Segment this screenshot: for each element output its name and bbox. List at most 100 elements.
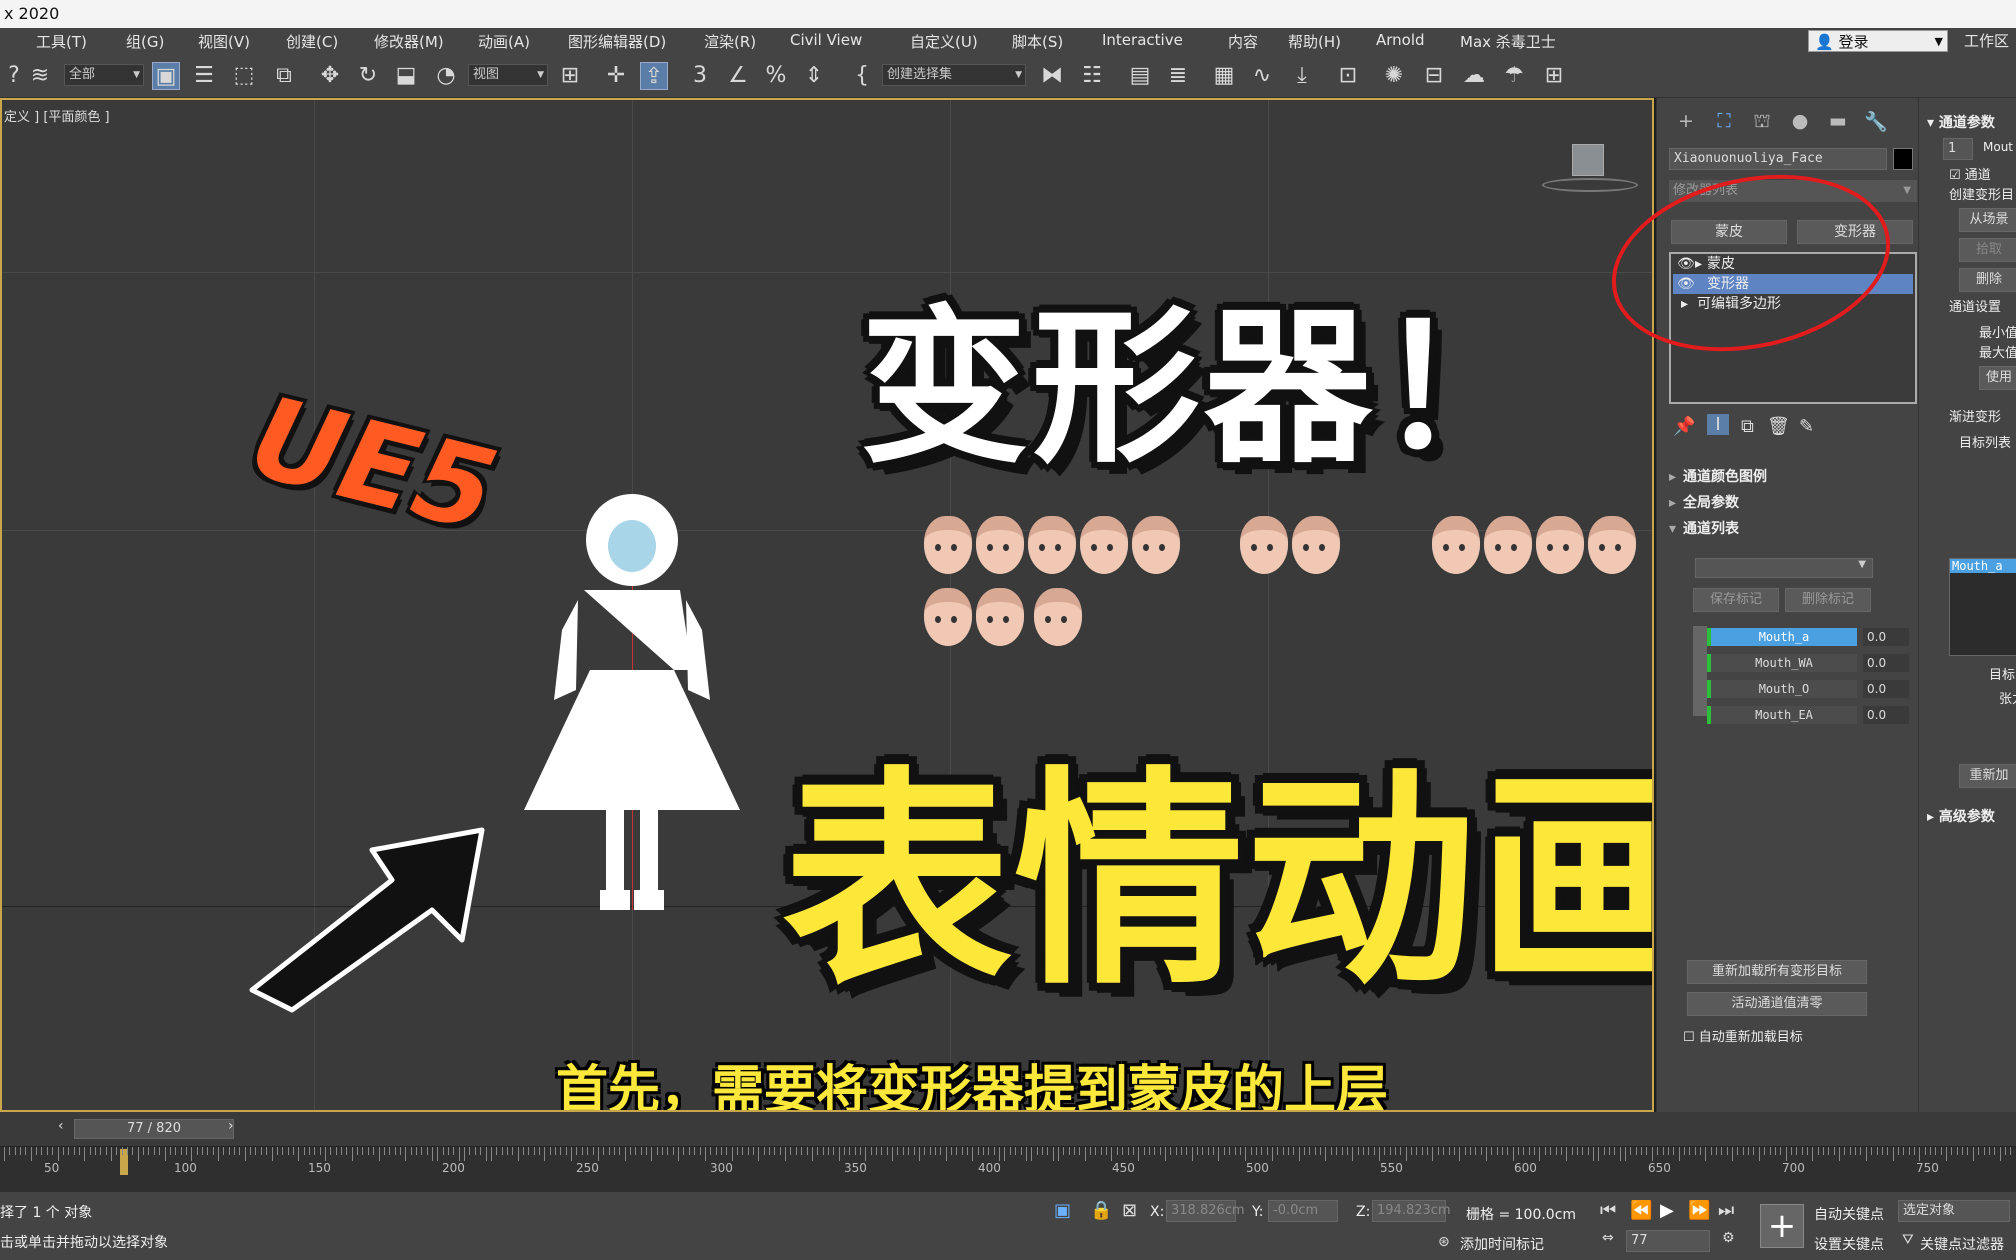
render-iterative-icon[interactable]: ☂ [1500, 62, 1528, 90]
play-icon[interactable]: ▶ [1660, 1200, 1674, 1221]
channel-row-mouth-a[interactable]: Mouth_a [1707, 628, 1857, 646]
next-frame-icon[interactable]: › [228, 1118, 234, 1134]
edit-named-selection-icon[interactable]: { [848, 62, 876, 90]
x-coord-field[interactable]: 318.826cm [1166, 1200, 1245, 1222]
channel-index-field[interactable]: 1 [1943, 138, 1973, 160]
y-coord-field[interactable]: -0.0cm [1268, 1200, 1338, 1222]
object-color-swatch[interactable] [1893, 148, 1913, 170]
channel-active-checkbox[interactable]: ☑ 通道 [1949, 164, 1991, 183]
render-setup-icon[interactable]: ✺ [1380, 62, 1408, 90]
workspace-label[interactable]: 工作区 [1964, 30, 2009, 51]
reload-all-targets-button[interactable]: 重新加载所有变形目标 [1687, 960, 1867, 984]
view-cube[interactable] [1572, 144, 1604, 176]
time-tag-icon[interactable]: ⊛ [1438, 1234, 1450, 1250]
character-silhouette[interactable] [514, 480, 744, 920]
select-object-icon[interactable]: ▣ [152, 62, 180, 90]
target-list-box[interactable]: Mouth_a [1949, 558, 2016, 656]
make-unique-icon[interactable]: ⧉ [1741, 416, 1754, 437]
remove-modifier-icon[interactable]: 🗑 [1767, 416, 1790, 437]
selection-filter-select[interactable]: 全部 ▼ [64, 64, 144, 86]
view-cube-ring[interactable] [1542, 178, 1638, 192]
rendered-frame-icon[interactable]: ⊟ [1420, 62, 1448, 90]
keyboard-shortcut-icon[interactable]: ⇪ [640, 62, 668, 90]
channel-value[interactable]: 0.0 [1863, 628, 1909, 646]
time-slider[interactable]: ‹ 77 / 820 › [0, 1112, 2016, 1146]
time-config-icon[interactable]: ⚙ [1722, 1230, 1735, 1246]
set-key-icon[interactable]: + [1760, 1204, 1804, 1248]
render-icon[interactable]: ☁ [1460, 62, 1488, 90]
selection-lock-icon[interactable]: ▣ [1054, 1200, 1071, 1221]
channel-row-mouth-ea[interactable]: Mouth_EA [1707, 706, 1857, 724]
bind-space-warp-icon[interactable]: ≋ [26, 62, 54, 90]
viewport-label[interactable]: 定义 ] [平面颜色 ] [4, 106, 110, 125]
spinner-snap-icon[interactable]: ⇕ [800, 62, 828, 90]
section-channel-color-legend[interactable]: 通道颜色图例 [1665, 466, 1905, 488]
utilities-tab-icon[interactable]: 🔧 [1857, 110, 1895, 134]
auto-reload-checkbox[interactable]: ☐ 自动重新加载目标 [1683, 1026, 1803, 1045]
menu-antivirus[interactable]: Max 杀毒卫士 [1460, 31, 1556, 52]
rotate-icon[interactable]: ↻ [354, 62, 382, 90]
object-name-field[interactable]: Xiaonuonuoliya_Face [1669, 148, 1887, 170]
snap-toggle-icon[interactable]: 3 [686, 62, 714, 90]
prev-frame-icon[interactable]: ‹ [58, 1118, 64, 1134]
menu-customize[interactable]: 自定义(U) [910, 31, 978, 52]
current-frame-field[interactable]: 77 [1626, 1230, 1710, 1252]
set-key-button[interactable]: 设置关键点 [1814, 1234, 1884, 1254]
select-manipulate-icon[interactable]: ✛ [602, 62, 630, 90]
zero-active-channels-button[interactable]: 活动通道值清零 [1687, 992, 1867, 1016]
modify-tab-icon[interactable]: ⛶ [1705, 110, 1743, 134]
z-coord-field[interactable]: 194.823cm [1372, 1200, 1451, 1222]
menu-help[interactable]: 帮助(H) [1288, 31, 1341, 52]
marker-dropdown[interactable]: ▼ [1695, 558, 1873, 578]
perspective-viewport[interactable]: 定义 ] [平面颜色 ] UE5 变形器！ 表情动画 首先，需要将变形器提到蒙皮… [0, 98, 1654, 1112]
mirror-icon[interactable]: ⧓ [1038, 62, 1066, 90]
add-time-tag-button[interactable]: 添加时间标记 [1460, 1234, 1544, 1254]
go-to-start-icon[interactable]: ⏮ [1600, 1200, 1616, 1221]
target-list-item[interactable]: Mouth_a [1950, 559, 2016, 573]
motion-tab-icon[interactable]: ● [1781, 110, 1819, 134]
auto-key-button[interactable]: 自动关键点 [1814, 1204, 1884, 1224]
show-end-result-icon[interactable]: Ⅰ [1707, 414, 1729, 435]
delete-channel-button[interactable]: 删除 [1959, 268, 2016, 292]
menu-tools[interactable]: 工具(T) [36, 31, 87, 52]
go-to-end-icon[interactable]: ⏭ [1718, 1200, 1734, 1221]
menu-create[interactable]: 创建(C) [286, 31, 338, 52]
prev-key-icon[interactable]: ⏪ [1630, 1200, 1652, 1221]
pivot-center-icon[interactable]: ⊞ [556, 62, 584, 90]
channel-value[interactable]: 0.0 [1863, 654, 1909, 672]
schematic-view-icon[interactable]: ⤓ [1288, 62, 1316, 90]
channel-scrollbar[interactable] [1693, 626, 1707, 716]
scene-explorer-icon[interactable]: ≣ [1164, 62, 1192, 90]
menu-modifiers[interactable]: 修改器(M) [374, 31, 444, 52]
login-dropdown[interactable]: 👤 登录 ▼ [1808, 30, 1948, 52]
render-cloud-icon[interactable]: ⊞ [1540, 62, 1568, 90]
section-global-params[interactable]: 全局参数 [1665, 492, 1905, 514]
align-icon[interactable]: ☷ [1078, 62, 1106, 90]
move-icon[interactable]: ✥ [316, 62, 344, 90]
selected-object-select[interactable]: 选定对象 [1898, 1200, 2010, 1222]
place-icon[interactable]: ◔ [432, 62, 460, 90]
display-tab-icon[interactable]: ▬ [1819, 110, 1857, 134]
create-tab-icon[interactable]: + [1667, 110, 1705, 134]
ribbon-icon[interactable]: ▦ [1210, 62, 1238, 90]
menu-scripting[interactable]: 脚本(S) [1012, 31, 1063, 52]
menu-arnold[interactable]: Arnold [1376, 31, 1425, 49]
section-channel-list[interactable]: 通道列表 [1665, 518, 1905, 540]
channel-params-title[interactable]: ▾ 通道参数 [1927, 112, 1995, 132]
hierarchy-tab-icon[interactable]: ⛫ [1743, 110, 1781, 134]
menu-graph-editors[interactable]: 图形编辑器(D) [568, 31, 666, 52]
menu-group[interactable]: 组(G) [126, 31, 164, 52]
lock-icon[interactable]: 🔒 [1090, 1200, 1112, 1221]
checkbox-icon[interactable]: ☐ [1683, 1030, 1695, 1045]
window-crossing-icon[interactable]: ⧉ [270, 62, 298, 90]
help-icon[interactable]: ? [0, 62, 28, 90]
channel-value[interactable]: 0.0 [1863, 706, 1909, 724]
curve-editor-icon[interactable]: ∿ [1248, 62, 1276, 90]
absolute-mode-icon[interactable]: ⊠ [1122, 1200, 1137, 1221]
scale-icon[interactable]: ⬓ [392, 62, 420, 90]
pin-stack-icon[interactable]: 📌 [1673, 416, 1695, 437]
save-marker-button[interactable]: 保存标记 [1693, 588, 1779, 612]
named-selection-select[interactable]: 创建选择集 ▼ [882, 64, 1026, 86]
key-filters-button[interactable]: 关键点过滤器 [1920, 1234, 2004, 1254]
use-limits-button[interactable]: 使用 [1979, 366, 2016, 390]
